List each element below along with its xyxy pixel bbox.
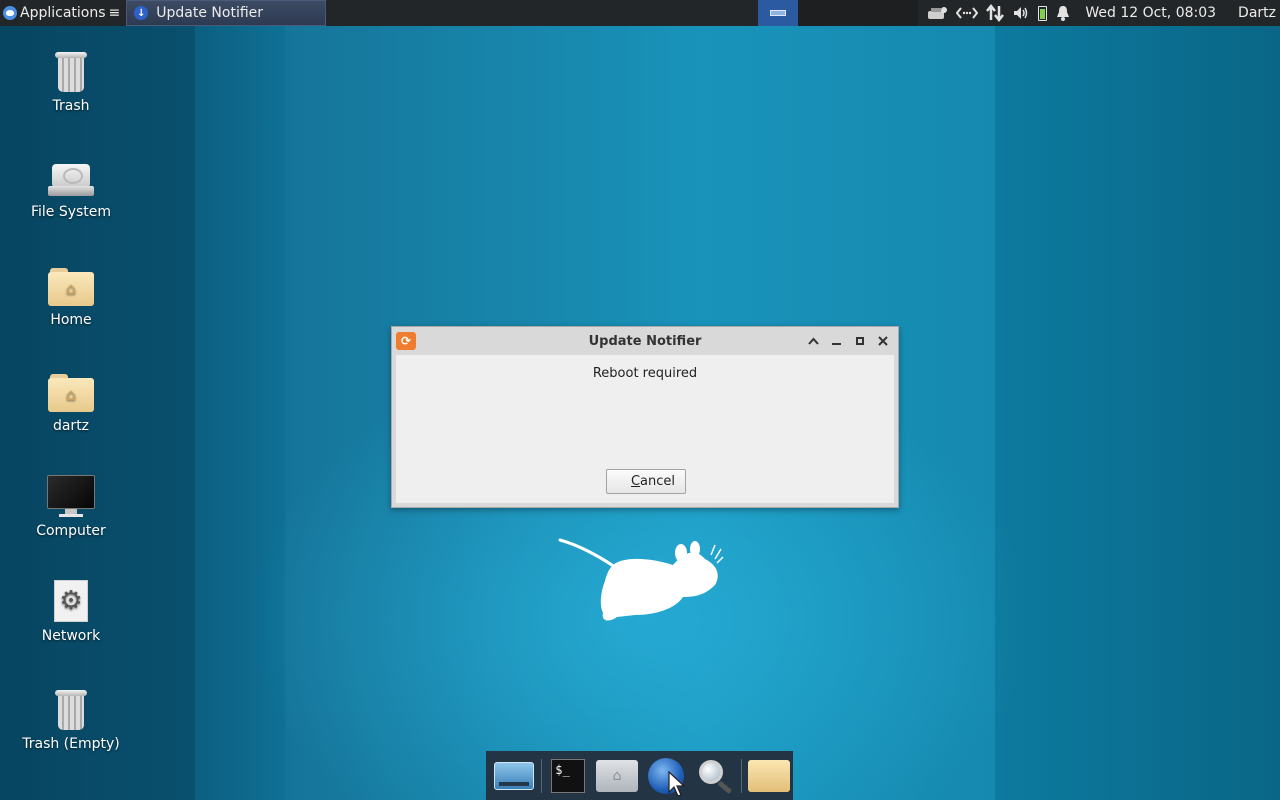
workspace-4[interactable] xyxy=(878,0,919,26)
dock-terminal[interactable]: $_ xyxy=(544,754,593,798)
xfce-logo-icon xyxy=(3,6,17,20)
desktop-icon-network[interactable]: ⚙ Network xyxy=(12,580,130,644)
applications-menu-label: Applications xyxy=(20,5,106,21)
panel-clock[interactable]: Wed 12 Oct, 08:03 xyxy=(1085,5,1216,21)
desktop-icon-label: Network xyxy=(41,628,101,644)
dock-show-desktop[interactable] xyxy=(490,754,539,798)
battery-icon[interactable] xyxy=(1038,3,1048,23)
dialog-titlebar[interactable]: ⟳ Update Notifier xyxy=(392,327,898,355)
cancel-label-rest: ancel xyxy=(640,474,676,489)
file-manager-icon: ⌂ xyxy=(596,759,639,792)
terminal-icon: $_ xyxy=(551,758,586,793)
window-controls xyxy=(804,331,892,350)
minimize-icon[interactable] xyxy=(827,331,846,350)
workspace-window-preview-icon xyxy=(770,10,787,16)
network-manager-icon[interactable] xyxy=(926,3,948,23)
dock-app-finder[interactable] xyxy=(690,754,739,798)
update-notifier-dialog: ⟳ Update Notifier Reboot required Cancel xyxy=(391,326,899,508)
workspace-3[interactable] xyxy=(838,0,879,26)
workspace-1[interactable] xyxy=(758,0,799,26)
battery-level xyxy=(1038,5,1048,21)
cancel-mnemonic: C xyxy=(630,474,641,489)
maximize-icon[interactable] xyxy=(850,331,869,350)
network-arrows-icon[interactable] xyxy=(956,3,979,23)
desktop-icon-trash[interactable]: Trash xyxy=(12,52,130,114)
desktop-icon-label: Trash xyxy=(52,98,90,114)
home-folder-icon: ⌂ xyxy=(48,268,94,306)
dock-separator xyxy=(540,758,542,793)
monitor-icon xyxy=(47,475,95,517)
wallpaper-band-right xyxy=(995,26,1280,800)
hard-drive-icon xyxy=(48,162,94,198)
desktop-icon-home[interactable]: ⌂ Home xyxy=(12,268,130,328)
system-tray: Wed 12 Oct, 08:03 Dartz xyxy=(926,3,1280,23)
dock-file-manager[interactable]: ⌂ xyxy=(593,754,642,798)
updown-arrows-icon[interactable] xyxy=(986,3,1005,23)
app-finder-icon xyxy=(695,758,735,794)
desktop-icon-label: Computer xyxy=(36,523,106,539)
bottom-dock: $_ ⌂ xyxy=(486,751,793,800)
applications-menu-arrow-icon: ≡ xyxy=(108,5,121,21)
dialog-message: Reboot required xyxy=(592,366,698,381)
trash-icon xyxy=(55,52,87,92)
user-menu[interactable]: Dartz xyxy=(1238,5,1276,21)
desktop-icon-dartz[interactable]: ⌂ dartz xyxy=(12,374,130,434)
dock-files-folder[interactable] xyxy=(744,754,793,798)
desktop-icon-trash-empty[interactable]: Trash (Empty) xyxy=(12,690,130,752)
desktop-icon-label: Trash (Empty) xyxy=(22,736,120,752)
applications-menu-button[interactable]: Applications ≡ xyxy=(0,0,124,26)
desktop-icon-computer[interactable]: Computer xyxy=(12,475,130,539)
update-refresh-icon: ⟳ xyxy=(396,332,416,350)
volume-icon[interactable] xyxy=(1012,3,1030,23)
files-folder-icon xyxy=(747,759,790,792)
dock-separator xyxy=(741,758,743,793)
taskbar-item-label: Update Notifier xyxy=(156,5,264,21)
update-notifier-icon: ↓ xyxy=(134,6,149,20)
home-folder-icon: ⌂ xyxy=(48,374,94,412)
mouse-pointer-icon xyxy=(668,771,686,797)
xfce-mouse-mascot-icon xyxy=(558,538,724,621)
show-desktop-icon xyxy=(494,761,535,790)
workspace-2[interactable] xyxy=(798,0,839,26)
trash-icon xyxy=(55,690,87,730)
shade-chevron-up-icon[interactable] xyxy=(804,331,823,350)
settings-gear-icon: ⚙ xyxy=(54,580,88,622)
cancel-button[interactable]: Cancel xyxy=(606,469,686,494)
notification-bell-icon[interactable] xyxy=(1055,3,1071,23)
desktop-icon-label: Home xyxy=(50,312,92,328)
close-icon[interactable] xyxy=(873,331,892,350)
desktop-icon-label: dartz xyxy=(52,418,90,434)
taskbar-item-update-notifier[interactable]: ↓ Update Notifier xyxy=(126,0,327,26)
desktop-icon-file-system[interactable]: File System xyxy=(12,162,130,220)
dialog-body: Reboot required Cancel xyxy=(396,355,894,503)
desktop-icon-label: File System xyxy=(30,204,112,220)
top-panel: Applications ≡ ↓ Update Notifier Wed 12 … xyxy=(0,0,1280,26)
